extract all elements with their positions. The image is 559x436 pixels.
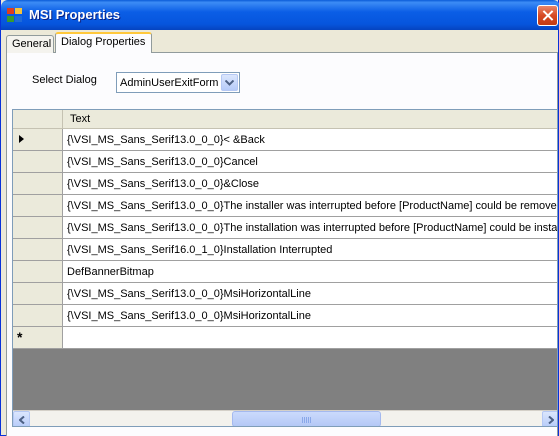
window-title: MSI Properties bbox=[29, 7, 121, 22]
row-header[interactable] bbox=[13, 217, 63, 238]
grid-header: Text bbox=[13, 110, 557, 129]
row-header[interactable] bbox=[13, 173, 63, 194]
row-header[interactable] bbox=[13, 239, 63, 260]
horizontal-scrollbar[interactable] bbox=[13, 410, 557, 426]
select-dialog-value: AdminUserExitForm bbox=[120, 77, 219, 89]
text-cell[interactable]: {\VSI_MS_Sans_Serif13.0_0_0}The installe… bbox=[67, 200, 557, 212]
table-row[interactable]: {\VSI_MS_Sans_Serif13.0_0_0}&Close bbox=[13, 173, 557, 195]
text-cell[interactable]: {\VSI_MS_Sans_Serif13.0_0_0}&Close bbox=[67, 178, 259, 190]
scroll-left-icon[interactable] bbox=[13, 411, 30, 426]
tab-general[interactable]: General bbox=[6, 35, 54, 53]
text-cell[interactable]: {\VSI_MS_Sans_Serif13.0_0_0}Cancel bbox=[67, 156, 258, 168]
tab-dialog-properties[interactable]: Dialog Properties bbox=[55, 32, 152, 53]
new-row-asterisk-icon: * bbox=[17, 329, 23, 345]
chevron-down-icon[interactable] bbox=[221, 74, 238, 91]
msi-properties-window: MSI Properties General Dialog Properties… bbox=[0, 0, 559, 436]
table-row[interactable]: {\VSI_MS_Sans_Serif13.0_0_0}MsiHorizonta… bbox=[13, 305, 557, 327]
new-row[interactable]: * bbox=[13, 327, 557, 349]
table-row[interactable]: {\VSI_MS_Sans_Serif13.0_0_0}Cancel bbox=[13, 151, 557, 173]
title-bar[interactable]: MSI Properties bbox=[1, 0, 559, 30]
row-header[interactable] bbox=[13, 151, 63, 172]
msi-app-icon bbox=[7, 8, 23, 23]
scroll-right-icon[interactable] bbox=[542, 411, 557, 426]
column-header-text[interactable]: Text bbox=[70, 113, 90, 125]
text-cell[interactable]: {\VSI_MS_Sans_Serif16.0_1_0}Installation… bbox=[67, 244, 332, 256]
row-header[interactable] bbox=[13, 305, 63, 326]
row-header[interactable] bbox=[13, 129, 63, 150]
table-row[interactable]: {\VSI_MS_Sans_Serif13.0_0_0}MsiHorizonta… bbox=[13, 283, 557, 305]
row-header[interactable] bbox=[13, 195, 63, 216]
row-header[interactable]: * bbox=[13, 327, 63, 348]
row-header[interactable] bbox=[13, 283, 63, 304]
tab-general-label: General bbox=[12, 38, 52, 50]
table-row[interactable]: DefBannerBitmap bbox=[13, 261, 557, 283]
select-dialog-dropdown[interactable]: AdminUserExitForm bbox=[116, 72, 240, 93]
scrollbar-thumb[interactable] bbox=[232, 411, 381, 426]
text-cell[interactable]: {\VSI_MS_Sans_Serif13.0_0_0}< &Back bbox=[67, 134, 265, 146]
tab-dialog-properties-label: Dialog Properties bbox=[61, 36, 146, 48]
text-cell[interactable]: {\VSI_MS_Sans_Serif13.0_0_0}The installa… bbox=[67, 222, 557, 234]
select-dialog-label: Select Dialog bbox=[32, 74, 97, 86]
text-cell[interactable]: {\VSI_MS_Sans_Serif13.0_0_0}MsiHorizonta… bbox=[67, 310, 311, 322]
text-data-grid[interactable]: Text {\VSI_MS_Sans_Serif13.0_0_0}< &Back… bbox=[12, 109, 558, 427]
table-row[interactable]: {\VSI_MS_Sans_Serif13.0_0_0}< &Back bbox=[13, 129, 557, 151]
close-icon[interactable] bbox=[537, 5, 558, 26]
row-header[interactable] bbox=[13, 261, 63, 282]
table-row[interactable]: {\VSI_MS_Sans_Serif16.0_1_0}Installation… bbox=[13, 239, 557, 261]
text-cell[interactable]: {\VSI_MS_Sans_Serif13.0_0_0}MsiHorizonta… bbox=[67, 288, 311, 300]
grip-icon bbox=[302, 417, 312, 423]
table-row[interactable]: {\VSI_MS_Sans_Serif13.0_0_0}The installe… bbox=[13, 195, 557, 217]
header-row-selector[interactable] bbox=[13, 110, 63, 128]
table-row[interactable]: {\VSI_MS_Sans_Serif13.0_0_0}The installa… bbox=[13, 217, 557, 239]
text-cell[interactable]: DefBannerBitmap bbox=[67, 266, 154, 278]
current-row-arrow-icon bbox=[19, 135, 24, 143]
